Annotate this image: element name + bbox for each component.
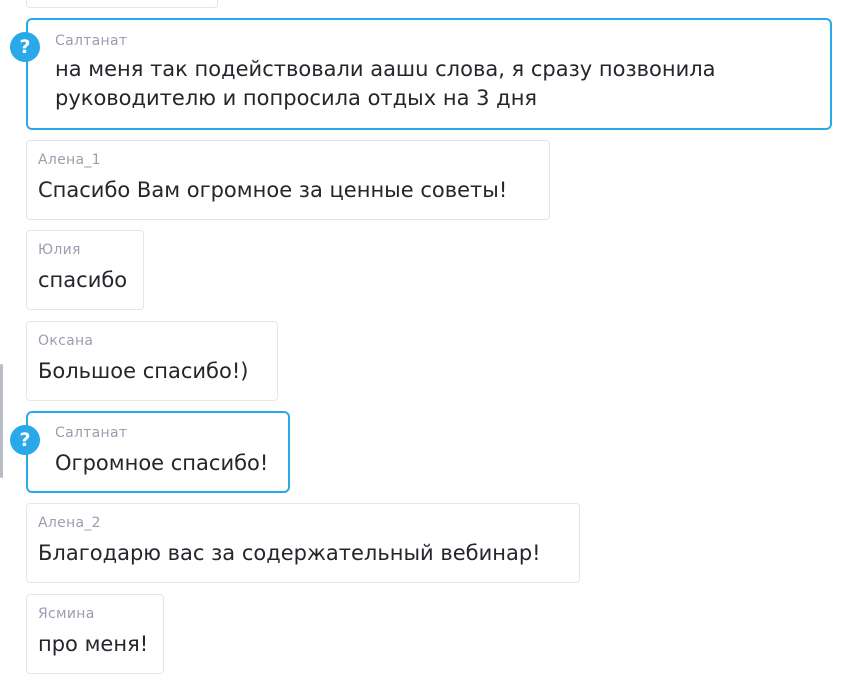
chat-message-partial	[26, 0, 218, 8]
question-mark-icon: ?	[10, 425, 40, 455]
message-author: Оксана	[38, 333, 94, 349]
message-author: Юлия	[38, 242, 81, 258]
question-mark-icon: ?	[10, 32, 40, 62]
scroll-indicator[interactable]	[0, 364, 3, 478]
chat-message-question[interactable]: ? Салтанат на меня так подействовали ааш…	[10, 18, 832, 130]
chat-message: Алена_2 Благодарю вас за содержательный …	[26, 503, 580, 583]
message-text: на меня так подействовали аашu слова, я …	[55, 57, 716, 81]
chat-message: Юлия спасибо	[26, 230, 144, 310]
chat-message: Оксана Большое спасибо!)	[26, 321, 278, 401]
message-text: Большое спасибо!)	[38, 359, 249, 383]
chat-message-question[interactable]: ? Салтанат Огромное спасибо!	[10, 411, 290, 493]
chat-message: Ясмина про меня!	[26, 594, 164, 674]
message-author: Алена_1	[38, 152, 101, 168]
chat-message: Алена_1 Спасибо Вам огромное за ценные с…	[26, 140, 550, 220]
message-text: спасибо	[38, 268, 128, 292]
chat-message-list[interactable]: ? Салтанат на меня так подействовали ааш…	[0, 0, 860, 680]
message-author: Салтанат	[55, 33, 128, 49]
message-text: про меня!	[38, 632, 149, 656]
message-text: Огромное спасибо!	[55, 451, 269, 475]
message-text: Благодарю вас за содержательный вебинар!	[38, 541, 541, 565]
message-author: Салтанат	[55, 425, 128, 441]
message-author: Ясмина	[38, 606, 95, 622]
message-text: Спасибо Вам огромное за ценные советы!	[38, 178, 508, 202]
message-author: Алена_2	[38, 515, 101, 531]
message-text: руководителю и попросила отдых на 3 дня	[55, 86, 538, 110]
